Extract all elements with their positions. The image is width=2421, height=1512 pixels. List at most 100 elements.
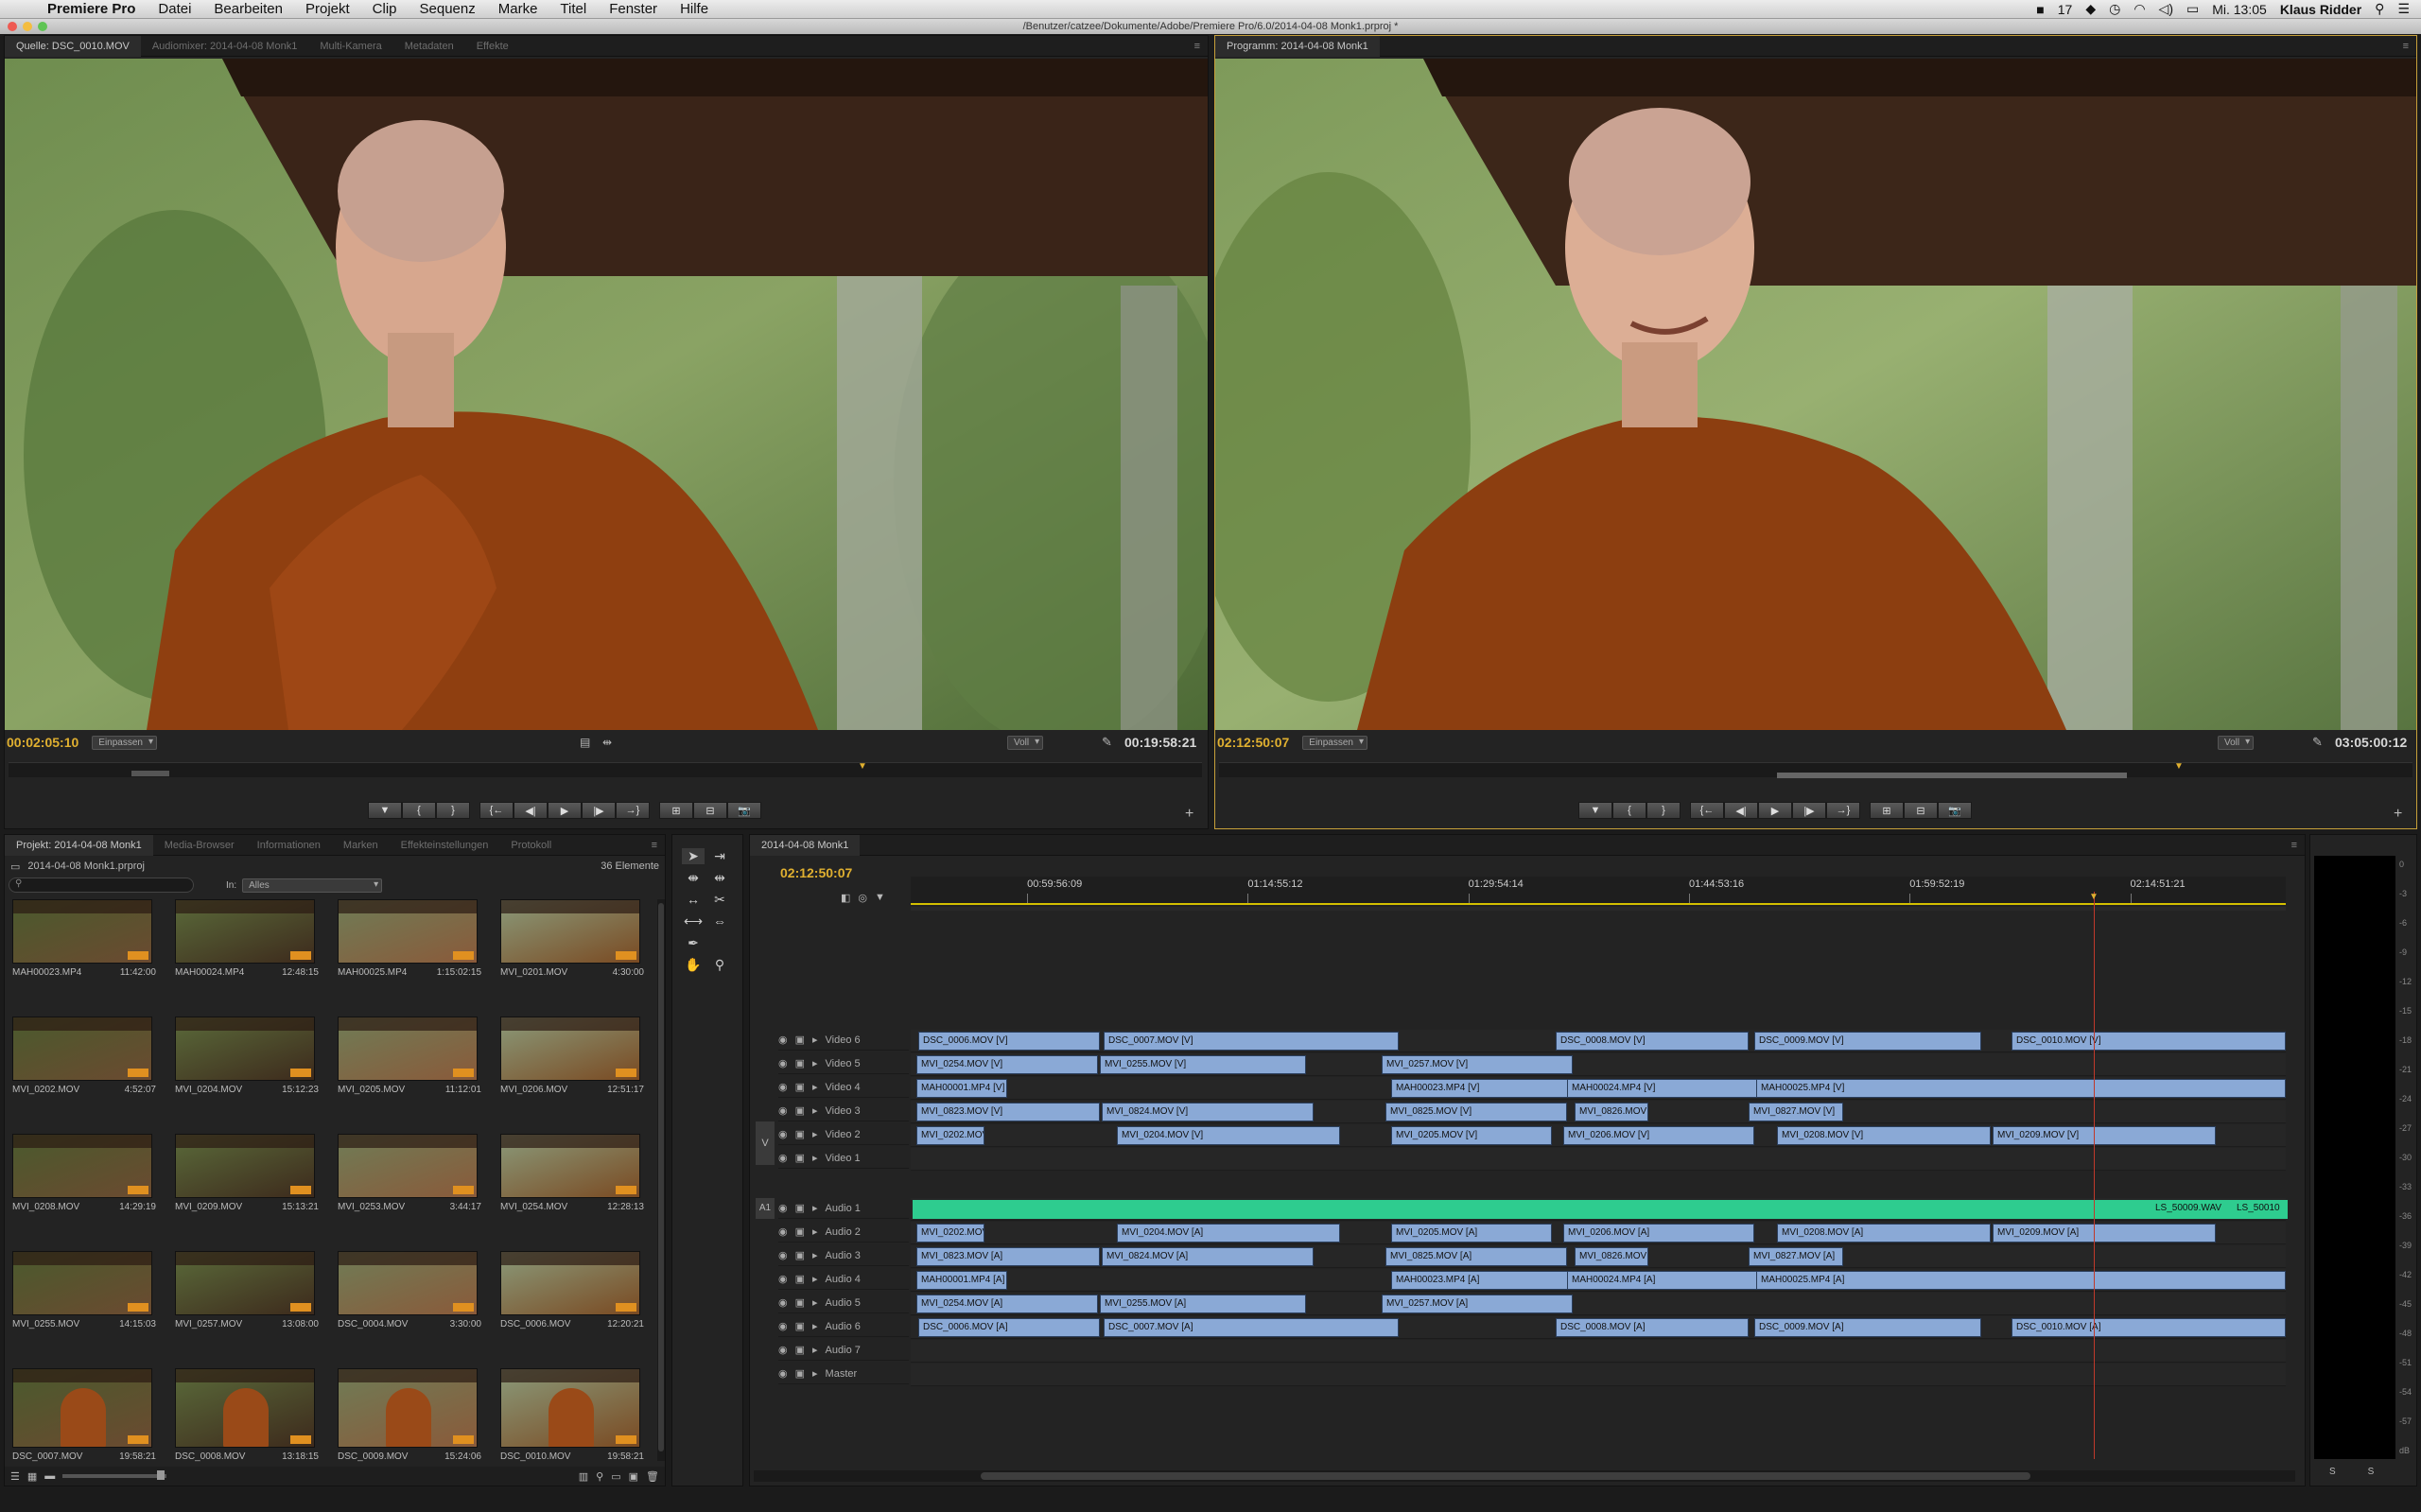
program-button-editor-plus-icon[interactable]: + [2394, 806, 2402, 823]
step-forward-button[interactable]: |▶ [582, 802, 616, 819]
clock[interactable]: Mi. 13:05 [2212, 2, 2267, 17]
video-clip[interactable]: MVI_0204.MOV [V] [1117, 1126, 1340, 1145]
tab-info[interactable]: Informationen [246, 835, 332, 856]
track-lock-icon[interactable]: ▣ [795, 1225, 805, 1238]
clip-thumbnail[interactable] [338, 1134, 478, 1198]
audio-clip[interactable]: MVI_0824.MOV [A] [1102, 1247, 1314, 1266]
program-video-frame[interactable] [1215, 59, 2416, 730]
track-lock-icon[interactable]: ▣ [795, 1104, 805, 1117]
slide-tool-icon[interactable]: ⇔ [708, 913, 731, 930]
play-button[interactable]: ▶ [548, 802, 582, 819]
tab-markers[interactable]: Marken [332, 835, 390, 856]
minimize-window-button[interactable] [23, 22, 32, 31]
track-header-master[interactable]: ◉ ▣ ▸ Master [778, 1364, 909, 1384]
insert-button[interactable]: ⊞ [659, 802, 693, 819]
selection-tool-icon[interactable]: ➤ [682, 848, 705, 864]
audio-clip[interactable]: MAH00001.MP4 [A] [916, 1271, 1007, 1290]
video-clip[interactable]: MVI_0257.MOV [V] [1382, 1055, 1573, 1074]
go-to-out-button[interactable]: →} [616, 802, 650, 819]
track-visibility-icon[interactable]: ◉ [778, 1202, 788, 1214]
pen-tool-icon[interactable]: ✒ [682, 935, 705, 951]
clip-thumbnail[interactable] [175, 1134, 315, 1198]
project-scrollbar[interactable] [657, 899, 665, 1461]
audio-clip[interactable]: MVI_0206.MOV [A] [1563, 1224, 1754, 1243]
menu-marke[interactable]: Marke [487, 1, 549, 17]
zoom-out-icon[interactable]: ▬ [44, 1470, 55, 1482]
tab-effects[interactable]: Effekte [465, 36, 520, 57]
track-expand-icon[interactable]: ▸ [812, 1034, 818, 1046]
project-clip-item[interactable]: MAH00025.MP4 1:15:02:15 [338, 899, 481, 978]
track-expand-icon[interactable]: ▸ [812, 1152, 818, 1164]
audio-clip[interactable]: MVI_0254.MOV [A] [916, 1295, 1098, 1313]
video-clip[interactable]: MVI_0208.MOV [V] [1777, 1126, 1991, 1145]
video-clip[interactable]: MVI_0255.MOV [V] [1100, 1055, 1306, 1074]
export-frame-button[interactable]: 📷 [727, 802, 761, 819]
menu-datei[interactable]: Datei [147, 1, 202, 17]
track-visibility-icon[interactable]: ◉ [778, 1128, 788, 1140]
track-lock-icon[interactable]: ▣ [795, 1128, 805, 1140]
track-header-video-6[interactable]: ◉ ▣ ▸ Video 6 [778, 1030, 909, 1051]
track-select-tool-icon[interactable]: ⇥ [708, 848, 731, 864]
clip-thumbnail[interactable] [12, 899, 152, 964]
close-window-button[interactable] [8, 22, 17, 31]
project-clip-item[interactable]: MVI_0254.MOV 12:28:13 [500, 1134, 644, 1212]
track-lock-icon[interactable]: ▣ [795, 1202, 805, 1214]
clip-thumbnail[interactable] [500, 1368, 640, 1448]
track-lock-icon[interactable]: ▣ [795, 1057, 805, 1069]
audio-clip[interactable]: MVI_0209.MOV [A] [1993, 1224, 2216, 1243]
track-header-audio-4[interactable]: ◉ ▣ ▸ Audio 4 [778, 1269, 909, 1290]
clip-thumbnail[interactable] [12, 1134, 152, 1198]
program-go-to-out-button[interactable]: →} [1826, 802, 1860, 819]
audio-clip[interactable]: MVI_0826.MOV [1575, 1247, 1648, 1266]
project-clip-item[interactable]: DSC_0010.MOV 19:58:21 [500, 1368, 644, 1462]
tab-project[interactable]: Projekt: 2014-04-08 Monk1 [5, 834, 153, 856]
video-clip[interactable]: DSC_0006.MOV [V] [918, 1032, 1100, 1051]
playhead-handle[interactable]: ▼ [2089, 892, 2099, 902]
clip-thumbnail[interactable] [500, 899, 640, 964]
solo-right-button[interactable]: S [2368, 1467, 2375, 1477]
audio-clip[interactable]: DSC_0006.MOV [A] [918, 1318, 1100, 1337]
project-clip-item[interactable]: DSC_0006.MOV 12:20:21 [500, 1251, 644, 1330]
video-clip[interactable]: MVI_0209.MOV [V] [1993, 1126, 2216, 1145]
rate-stretch-tool-icon[interactable]: ↔ [682, 892, 705, 908]
clip-thumbnail[interactable] [338, 1251, 478, 1315]
track-expand-icon[interactable]: ▸ [812, 1344, 818, 1356]
program-add-marker-button[interactable]: ▼ [1578, 802, 1612, 819]
audio-clip[interactable]: MAH00024.MP4 [A] [1567, 1271, 1768, 1290]
find-icon[interactable]: ⚲ [596, 1470, 603, 1483]
ripple-edit-tool-icon[interactable]: ⇼ [682, 870, 705, 886]
video-clip[interactable]: MAH00001.MP4 [V] [916, 1079, 1007, 1098]
video-clip[interactable]: MVI_0823.MOV [V] [916, 1103, 1100, 1121]
go-to-in-button[interactable]: {← [479, 802, 514, 819]
slip-tool-icon[interactable]: ⟷ [682, 913, 705, 930]
project-clip-item[interactable]: MAH00023.MP4 11:42:00 [12, 899, 156, 978]
tab-effect-controls[interactable]: Effekteinstellungen [390, 835, 500, 856]
track-expand-icon[interactable]: ▸ [812, 1320, 818, 1332]
track-header-audio-6[interactable]: ◉ ▣ ▸ Audio 6 [778, 1316, 909, 1337]
program-step-back-button[interactable]: ◀| [1724, 802, 1758, 819]
track-expand-icon[interactable]: ▸ [812, 1057, 818, 1069]
razor-tool-icon[interactable]: ✂ [708, 892, 731, 908]
spotlight-icon[interactable]: ⚲ [2375, 1, 2384, 17]
project-clip-item[interactable]: DSC_0007.MOV 19:58:21 [12, 1368, 156, 1462]
track-lock-icon[interactable]: ▣ [795, 1296, 805, 1309]
audio-clip[interactable]: MVI_0208.MOV [A] [1777, 1224, 1991, 1243]
program-quality-dropdown[interactable]: Voll [2218, 735, 2255, 750]
source-patch-audio[interactable]: A1 [756, 1198, 775, 1219]
button-editor-plus-icon[interactable]: + [1185, 806, 1193, 823]
track-expand-icon[interactable]: ▸ [812, 1367, 818, 1380]
track-lane[interactable] [911, 1148, 2286, 1171]
video-clip[interactable]: MVI_0826.MOV [1575, 1103, 1648, 1121]
audio-clip[interactable]: MAH00023.MP4 [A] [1391, 1271, 1573, 1290]
video-clip[interactable]: MAH00024.MP4 [V] [1567, 1079, 1768, 1098]
audio-clip[interactable]: MVI_0825.MOV [A] [1385, 1247, 1567, 1266]
hand-tool-icon[interactable]: ✋ [682, 957, 705, 973]
lift-button[interactable]: ⊞ [1870, 802, 1904, 819]
track-expand-icon[interactable]: ▸ [812, 1104, 818, 1117]
menu-projekt[interactable]: Projekt [294, 1, 361, 17]
audio-clip[interactable]: MVI_0255.MOV [A] [1100, 1295, 1306, 1313]
source-fit-dropdown[interactable]: Einpassen [92, 735, 157, 750]
menu-bearbeiten[interactable]: Bearbeiten [202, 1, 294, 17]
project-clip-item[interactable]: MVI_0208.MOV 14:29:19 [12, 1134, 156, 1212]
clip-thumbnail[interactable] [500, 1251, 640, 1315]
